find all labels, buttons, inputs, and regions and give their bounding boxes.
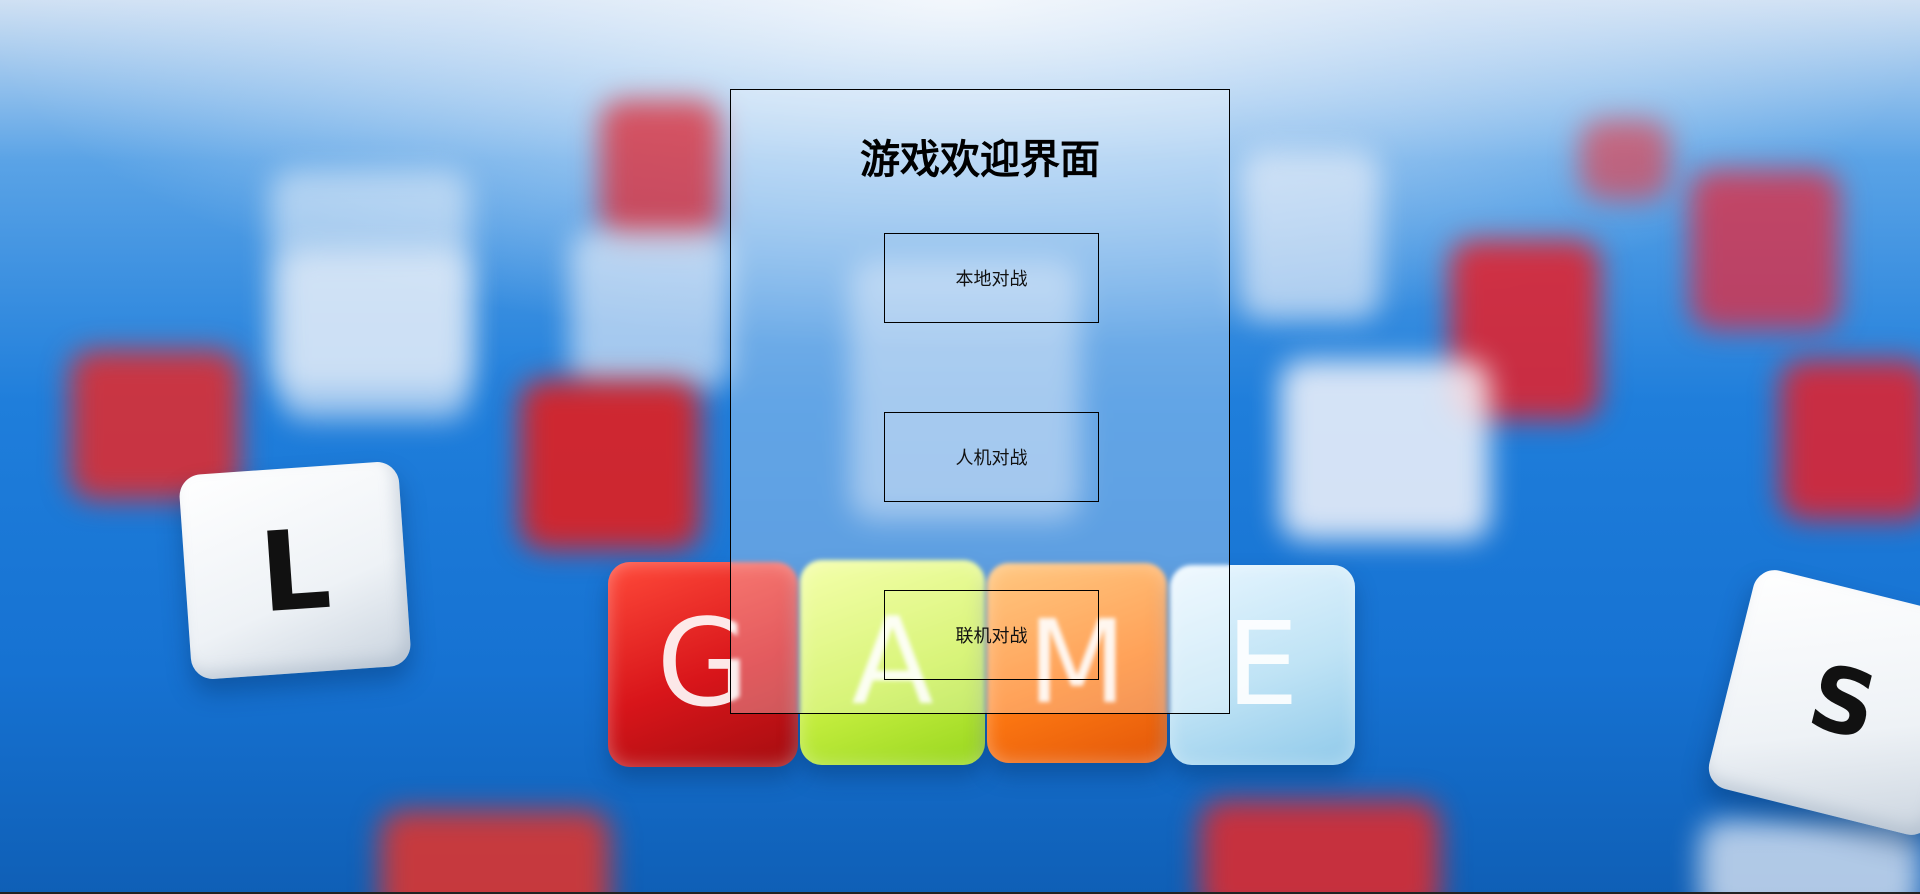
page-title: 游戏欢迎界面 [860,137,1100,183]
bg-cube-red-blur [600,100,720,240]
bg-cube-red-blur [1780,360,1920,520]
bg-cube-red-blur [1200,800,1440,894]
bg-cube-white-blur [280,250,470,420]
bg-cube-red-blur [1690,170,1840,330]
bg-cube-red-blur [380,810,610,894]
bg-cube-red-blur [520,380,700,550]
local-battle-button[interactable]: 本地对战 [884,233,1099,323]
menu-panel: 游戏欢迎界面 本地对战 人机对战 联机对战 [730,89,1230,714]
bg-cube-red-blur [1580,120,1670,200]
online-battle-button[interactable]: 联机对战 [884,590,1099,680]
letter-cube-l: L [178,460,412,681]
game-welcome-screen: L S G A M E 游戏欢迎界面 本地对战 人机对战 联机对战 [0,0,1920,894]
bg-cube-white-blur [570,230,730,390]
bg-cube-white-blur [1280,360,1490,540]
letter-cube-s: S [1704,565,1920,840]
bg-cube-white-blur [1240,150,1380,320]
bg-cube-white-blur [1700,820,1920,894]
ai-battle-button[interactable]: 人机对战 [884,412,1099,502]
